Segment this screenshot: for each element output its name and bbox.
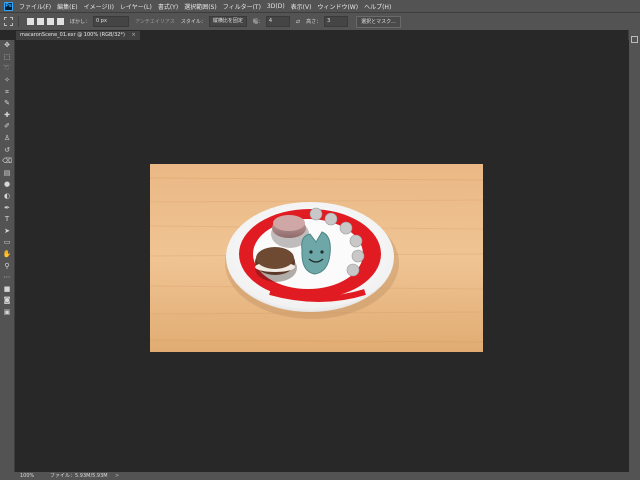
menu-type[interactable]: 書式(Y) xyxy=(158,2,178,11)
pen-tool[interactable]: ✒ xyxy=(0,202,14,214)
menu-3d[interactable]: 3D(D) xyxy=(267,3,285,10)
zoom-tool[interactable]: ⚲ xyxy=(0,260,14,272)
brush-tool-icon: ✐ xyxy=(4,122,10,131)
blur-tool-icon: ● xyxy=(3,180,11,189)
crop-tool-icon: ⌗ xyxy=(5,87,9,96)
clone-stamp-tool[interactable]: ♙ xyxy=(0,133,14,145)
more-tools-icon: ⋯ xyxy=(3,273,11,282)
close-icon[interactable]: × xyxy=(132,32,136,38)
canvas-image[interactable] xyxy=(150,164,483,352)
marquee-tool[interactable]: ⬚ xyxy=(0,52,14,64)
magic-wand-tool-icon: ✧ xyxy=(4,76,10,85)
style-select[interactable]: 縦横比を固定 xyxy=(208,16,247,27)
type-tool[interactable]: T xyxy=(0,214,14,226)
right-panel-dock xyxy=(628,30,640,472)
document-tab-title: macaronScene_01.exr @ 100% (RGB/32*) xyxy=(20,32,125,38)
zoom-tool-icon: ⚲ xyxy=(4,261,10,270)
options-bar: ぼかし： 0 px アンチエイリアス スタイル： 縦横比を固定 幅： 4 ⇄ 高… xyxy=(0,12,640,30)
path-selection-tool[interactable]: ➤ xyxy=(0,226,14,238)
magic-wand-tool[interactable]: ✧ xyxy=(0,75,14,87)
crop-tool[interactable]: ⌗ xyxy=(0,86,14,98)
color-swatches[interactable]: ■ xyxy=(0,283,14,295)
menu-bar: Ps ファイル(F) 編集(E) イメージ(I) レイヤー(L) 書式(Y) 選… xyxy=(0,0,640,12)
new-selection-icon[interactable] xyxy=(27,18,34,25)
color-swatches-icon: ■ xyxy=(3,284,11,293)
tools-panel: ✥ ⬚ ➰ ✧ ⌗ ✎ ✚ ✐ ♙ ↺ ⌫ ▤ ● ◐ ✒ T ➤ ▭ ✋ ⚲ ⋯ ■ ◙ ▣ xyxy=(0,40,15,472)
pen-tool-icon: ✒ xyxy=(4,203,10,212)
subtract-selection-icon[interactable] xyxy=(47,18,54,25)
quick-mask-tool-icon: ◙ xyxy=(3,296,11,305)
menu-filter[interactable]: フィルター(T) xyxy=(223,2,261,11)
lasso-tool-icon: ➰ xyxy=(2,64,12,73)
hand-tool[interactable]: ✋ xyxy=(0,249,14,261)
divider xyxy=(18,16,19,27)
chocolate-macaron xyxy=(255,247,297,282)
document-tab[interactable]: macaronScene_01.exr @ 100% (RGB/32*) × xyxy=(16,31,140,40)
healing-brush-tool[interactable]: ✚ xyxy=(0,110,14,122)
menu-image[interactable]: イメージ(I) xyxy=(84,2,114,11)
screen-mode-tool[interactable]: ▣ xyxy=(0,307,14,319)
menu-edit[interactable]: 編集(E) xyxy=(57,2,77,11)
menu-layer[interactable]: レイヤー(L) xyxy=(120,2,152,11)
quick-mask-tool[interactable]: ◙ xyxy=(0,295,14,307)
height-input[interactable]: 3 xyxy=(324,16,349,27)
menu-select[interactable]: 選択範囲(S) xyxy=(184,2,217,11)
hand-tool-icon: ✋ xyxy=(2,249,12,258)
add-selection-icon[interactable] xyxy=(37,18,44,25)
eraser-tool[interactable]: ⌫ xyxy=(0,156,14,168)
marquee-tool-icon: ⬚ xyxy=(3,52,11,61)
eyedropper-tool-icon: ✎ xyxy=(4,99,10,108)
swap-icon[interactable]: ⇄ xyxy=(296,19,300,25)
file-info: ファイル：5.93M/5.93M xyxy=(50,473,108,479)
width-label: 幅： xyxy=(252,19,263,25)
eraser-tool-icon: ⌫ xyxy=(2,157,12,166)
gradient-tool[interactable]: ▤ xyxy=(0,168,14,180)
marquee-preset-icon[interactable] xyxy=(4,17,13,26)
screen-mode-tool-icon: ▣ xyxy=(3,307,11,316)
clone-stamp-tool-icon: ♙ xyxy=(3,134,11,143)
move-tool-icon: ✥ xyxy=(4,41,10,50)
brush-tool[interactable]: ✐ xyxy=(0,121,14,133)
path-selection-tool-icon: ➤ xyxy=(4,226,10,235)
dodge-tool[interactable]: ◐ xyxy=(0,191,14,203)
zoom-level[interactable]: 100% xyxy=(20,472,34,480)
panel-collapse-icon[interactable] xyxy=(631,36,638,43)
height-label: 高さ： xyxy=(306,19,322,25)
eyedropper-tool[interactable]: ✎ xyxy=(0,98,14,110)
gradient-tool-icon: ▤ xyxy=(3,168,11,177)
status-bar: 100% ファイル：5.93M/5.93M > xyxy=(0,472,640,480)
more-tools[interactable]: ⋯ xyxy=(0,272,14,284)
feather-label: ぼかし： xyxy=(70,19,91,25)
menu-help[interactable]: ヘルプ(H) xyxy=(364,2,391,11)
width-input[interactable]: 4 xyxy=(265,16,290,27)
move-tool[interactable]: ✥ xyxy=(0,40,14,52)
lasso-tool[interactable]: ➰ xyxy=(0,63,14,75)
healing-brush-tool-icon: ✚ xyxy=(4,110,10,119)
feather-input[interactable]: 0 px xyxy=(93,16,130,27)
dodge-tool-icon: ◐ xyxy=(3,192,11,201)
status-menu-icon[interactable]: > xyxy=(115,472,119,480)
type-tool-icon: T xyxy=(4,215,10,224)
blur-tool[interactable]: ● xyxy=(0,179,14,191)
select-and-mask-button[interactable]: 選択とマスク... xyxy=(356,15,401,28)
menu-file[interactable]: ファイル(F) xyxy=(19,2,51,11)
history-brush-tool-icon: ↺ xyxy=(4,145,10,154)
menu-window[interactable]: ウィンドウ(W) xyxy=(317,2,358,11)
photoshop-logo-icon[interactable]: Ps xyxy=(4,1,13,11)
intersect-selection-icon[interactable] xyxy=(57,18,64,25)
rectangle-tool[interactable]: ▭ xyxy=(0,237,14,249)
menu-view[interactable]: 表示(V) xyxy=(291,2,312,11)
style-label: スタイル： xyxy=(180,19,206,25)
antialias-checkbox[interactable]: アンチエイリアス xyxy=(135,18,175,25)
history-brush-tool[interactable]: ↺ xyxy=(0,144,14,156)
rectangle-tool-icon: ▭ xyxy=(3,238,11,247)
